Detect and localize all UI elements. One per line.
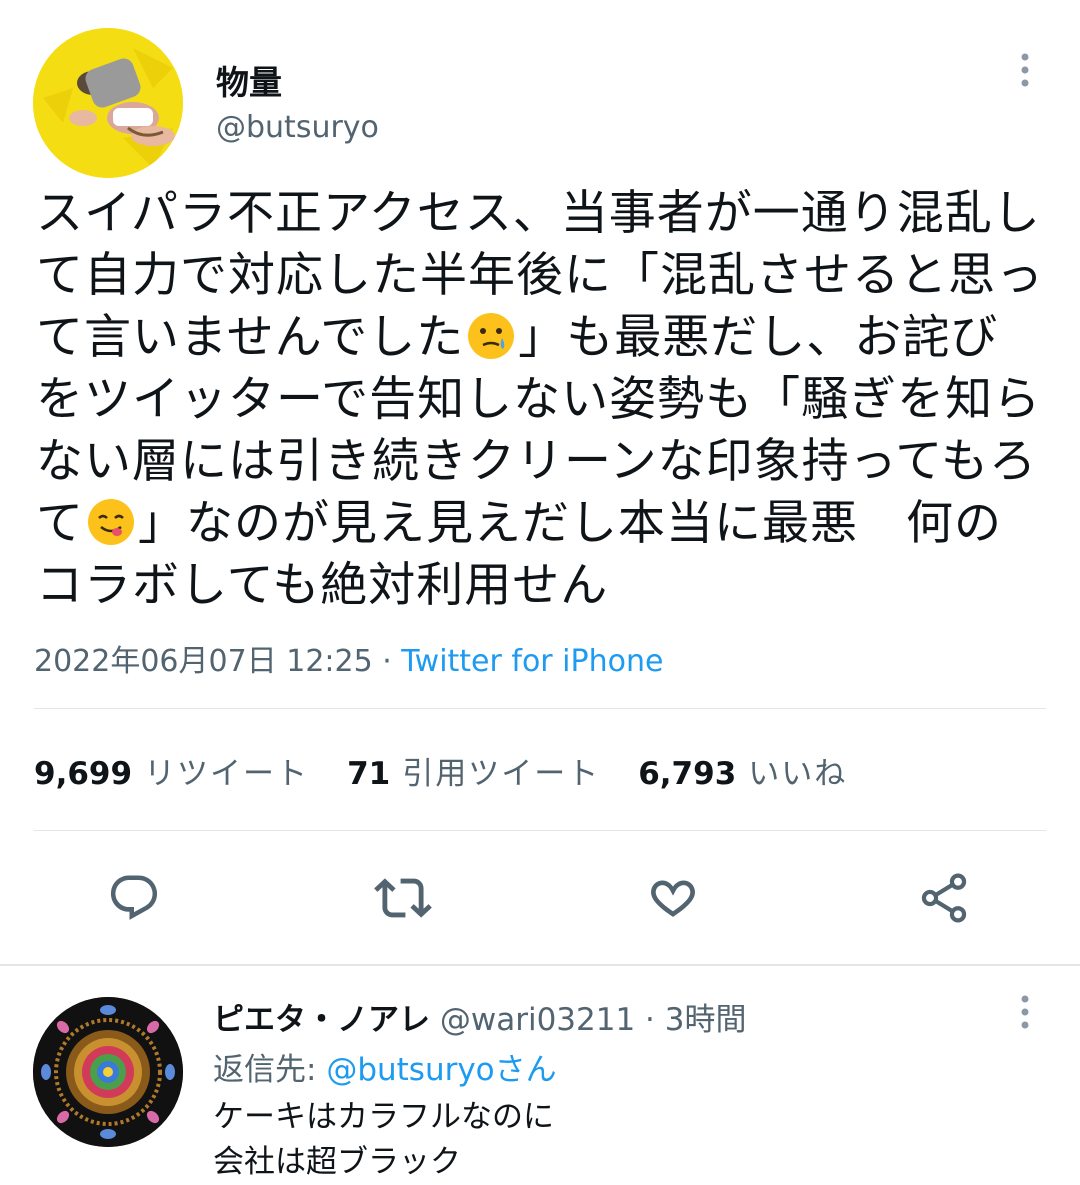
tweet-text: スイパラ不正アクセス、当事者が一通り混乱して自力で対応した半年後に「混乱させると… xyxy=(36,183,1046,617)
retweets-count[interactable]: 9,699 xyxy=(34,756,132,792)
quotes-label[interactable]: 引用ツイート xyxy=(402,748,600,793)
tweet-timestamp[interactable]: 2022年06月07日 12:25 · xyxy=(34,644,401,679)
quotes-count[interactable]: 71 xyxy=(347,756,390,792)
author-handle[interactable]: @butsuryo xyxy=(216,110,379,145)
reply-icon xyxy=(110,875,158,920)
tweet-meta: 2022年06月07日 12:25 · Twitter for iPhone xyxy=(34,636,663,680)
more-vertical-icon xyxy=(1021,53,1029,87)
share-icon xyxy=(921,873,967,923)
retweet-icon xyxy=(374,878,432,918)
face-savoring-food-icon xyxy=(88,499,134,545)
tweet-source[interactable]: Twitter for iPhone xyxy=(401,644,663,679)
more-options-button[interactable] xyxy=(1005,50,1045,90)
replying-suffix: さん xyxy=(494,1052,557,1088)
tweet-text-part: 」なのが見え見えだし本当に最悪 何のコラボしても絶対利用せん xyxy=(36,496,1002,613)
like-button[interactable] xyxy=(643,868,703,928)
likes-label[interactable]: いいね xyxy=(748,748,847,793)
reply-more-options-button[interactable] xyxy=(1005,992,1045,1032)
reply-author-name[interactable]: ピエタ・ノアレ xyxy=(213,1002,430,1038)
mandala-avatar-image xyxy=(33,997,183,1147)
reply-author-avatar[interactable] xyxy=(33,997,183,1147)
replying-to: 返信先: @butsuryoさん xyxy=(213,1044,557,1089)
reply-text: ケーキはカラフルなのに 会社は超ブラック xyxy=(213,1099,554,1180)
reply-time[interactable]: · 3時間 xyxy=(635,1002,746,1038)
share-button[interactable] xyxy=(914,868,974,928)
like-icon xyxy=(651,880,695,917)
reply-button[interactable] xyxy=(104,868,164,928)
section-divider xyxy=(0,964,1080,966)
more-vertical-icon xyxy=(1021,995,1029,1029)
replying-mention[interactable]: @butsuryo xyxy=(326,1052,494,1088)
retweets-label[interactable]: リツイート xyxy=(144,748,309,793)
divider xyxy=(34,830,1046,831)
replying-prefix: 返信先: xyxy=(213,1052,327,1088)
author-name[interactable]: 物量 xyxy=(216,56,282,104)
author-avatar[interactable] xyxy=(33,28,183,178)
face-holding-back-tears-icon xyxy=(468,313,515,359)
likes-count[interactable]: 6,793 xyxy=(638,756,736,792)
divider xyxy=(34,708,1046,709)
retweet-button[interactable] xyxy=(373,868,433,928)
reply-author-handle[interactable]: @wari03211 xyxy=(440,1002,635,1038)
avatar-illustration xyxy=(33,28,183,178)
reply-header: ピエタ・ノアレ @wari03211 · 3時間 xyxy=(213,994,746,1039)
tweet-stats: 9,699 リツイート 71 引用ツイート 6,793 いいね xyxy=(34,748,885,793)
